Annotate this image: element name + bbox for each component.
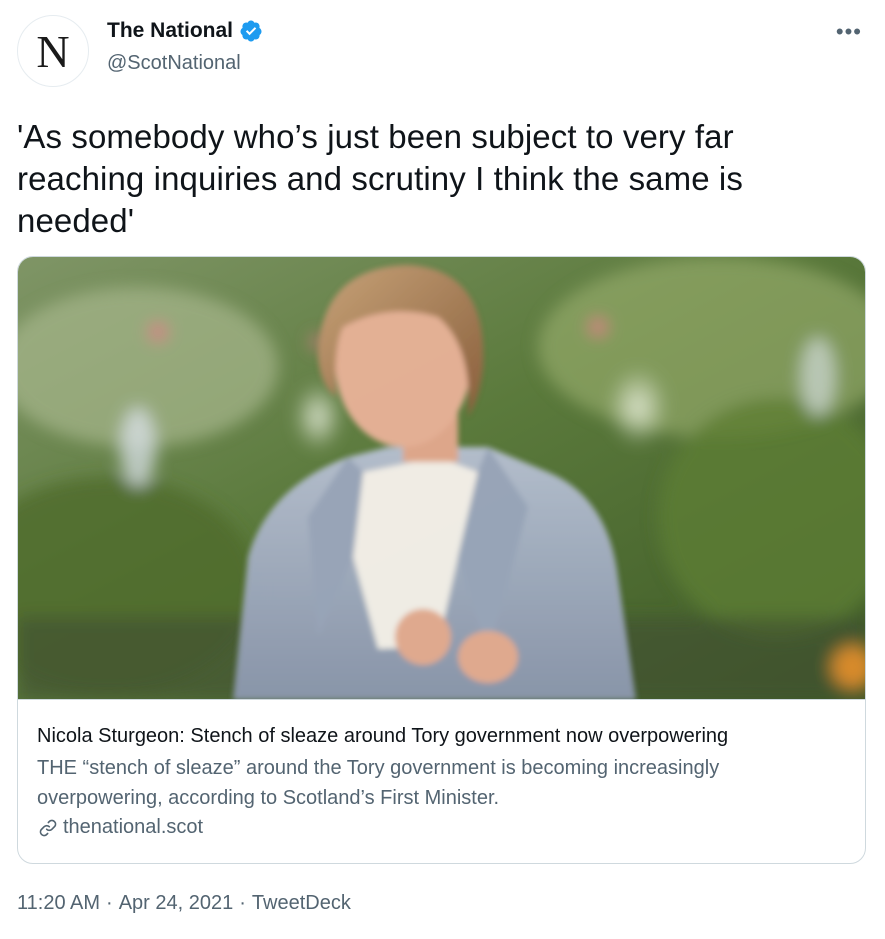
more-options-icon[interactable]: ••• [836,21,862,43]
card-title: Nicola Sturgeon: Stench of sleaze around… [37,725,729,747]
display-name[interactable]: The National [107,19,233,43]
tweet-header: N The National @ScotNational ••• [17,15,868,87]
card-description: THE “stench of sleaze” around the Tory g… [37,757,720,809]
user-handle[interactable]: @ScotNational [107,52,241,75]
tweet-time[interactable]: 11:20 AM [17,892,100,914]
card-image[interactable] [18,257,865,700]
verified-badge-icon [240,20,262,42]
tweet-text: 'As somebody who’s just been subject to … [17,118,743,239]
link-preview-card[interactable]: Nicola Sturgeon: Stench of sleaze around… [17,256,866,864]
meta-separator: · [106,892,113,914]
card-body[interactable]: Nicola Sturgeon: Stench of sleaze around… [18,700,865,863]
card-domain-text: thenational.scot [63,816,204,838]
tweet-date[interactable]: Apr 24, 2021 [119,892,234,914]
card-domain: thenational.scot [37,816,848,839]
avatar[interactable]: N [17,15,89,87]
card-photo [18,257,865,699]
avatar-letter: N [36,26,70,77]
name-row: The National [107,19,263,43]
link-icon [39,819,57,836]
tweet-source[interactable]: TweetDeck [252,892,351,914]
meta-separator: · [239,892,246,914]
tweet-meta: 11:20 AM · Apr 24, 2021 · TweetDeck [17,892,351,915]
